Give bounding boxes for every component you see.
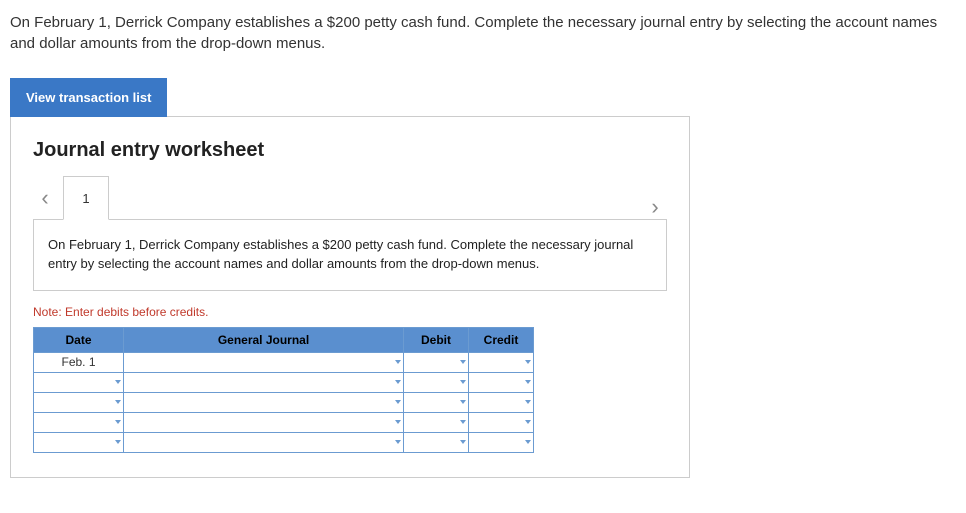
table-row — [34, 432, 534, 452]
date-select[interactable] — [34, 372, 124, 392]
table-row — [34, 412, 534, 432]
date-select[interactable] — [34, 432, 124, 452]
debit-select[interactable] — [404, 432, 469, 452]
debit-select[interactable] — [404, 392, 469, 412]
col-header-date: Date — [34, 327, 124, 352]
table-row — [34, 392, 534, 412]
worksheet-panel: Journal entry worksheet ‹ 1 › On Februar… — [10, 116, 690, 478]
view-transaction-list-button[interactable]: View transaction list — [10, 78, 167, 117]
next-entry-chevron[interactable]: › — [643, 194, 667, 220]
general-journal-select[interactable] — [124, 412, 404, 432]
col-header-general-journal: General Journal — [124, 327, 404, 352]
col-header-debit: Debit — [404, 327, 469, 352]
credit-select[interactable] — [469, 352, 534, 372]
debit-select[interactable] — [404, 412, 469, 432]
prev-entry-chevron[interactable]: ‹ — [33, 185, 57, 211]
credit-select[interactable] — [469, 432, 534, 452]
general-journal-select[interactable] — [124, 392, 404, 412]
general-journal-select[interactable] — [124, 352, 404, 372]
credit-select[interactable] — [469, 412, 534, 432]
journal-table: Date General Journal Debit Credit Feb. 1 — [33, 327, 534, 453]
col-header-credit: Credit — [469, 327, 534, 352]
table-row: Feb. 1 — [34, 352, 534, 372]
date-select[interactable] — [34, 412, 124, 432]
debit-select[interactable] — [404, 372, 469, 392]
date-cell[interactable]: Feb. 1 — [34, 352, 124, 372]
general-journal-select[interactable] — [124, 432, 404, 452]
worksheet-title: Journal entry worksheet — [33, 139, 667, 162]
entry-prompt: On February 1, Derrick Company establish… — [33, 219, 667, 291]
question-text: On February 1, Derrick Company establish… — [10, 12, 956, 54]
debit-select[interactable] — [404, 352, 469, 372]
table-row — [34, 372, 534, 392]
debits-before-credits-note: Note: Enter debits before credits. — [33, 305, 667, 319]
general-journal-select[interactable] — [124, 372, 404, 392]
entry-tab-1[interactable]: 1 — [63, 176, 109, 220]
credit-select[interactable] — [469, 372, 534, 392]
date-select[interactable] — [34, 392, 124, 412]
tab-row: ‹ 1 › — [33, 176, 667, 220]
credit-select[interactable] — [469, 392, 534, 412]
